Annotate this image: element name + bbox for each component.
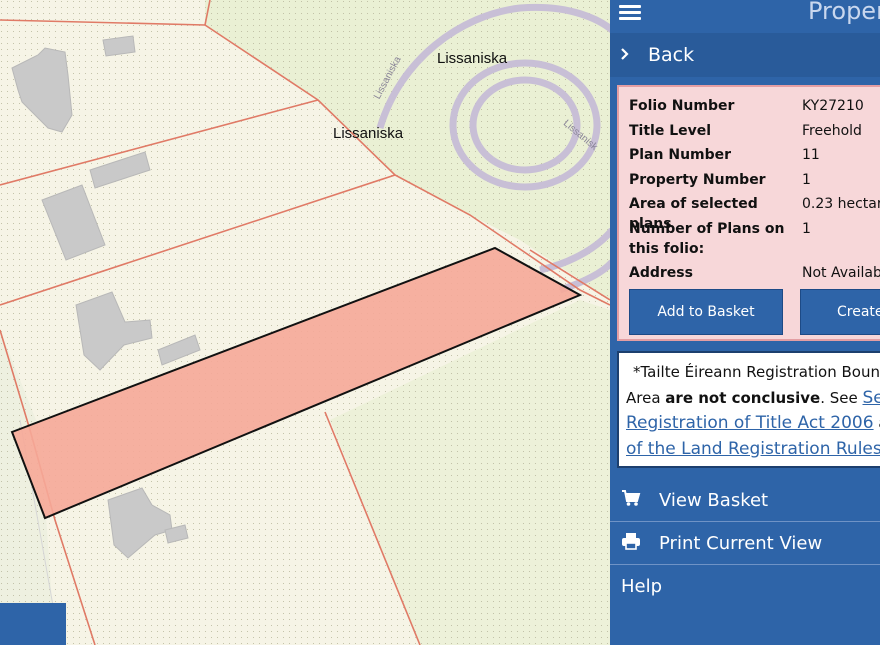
- folio-number-value: KY27210: [802, 98, 864, 114]
- map-label: Lissaniska: [437, 50, 508, 67]
- plan-number-value: 11: [802, 147, 820, 163]
- folio-number-label: Folio Number: [629, 98, 735, 114]
- help-menu-item[interactable]: Help: [610, 565, 880, 607]
- chevron-right-icon: [620, 46, 632, 65]
- view-basket-label: View Basket: [659, 489, 769, 511]
- note-bold-text: are not conclusive: [665, 388, 821, 407]
- property-panel: Proper Back Folio Number KY27210 Title L…: [610, 0, 880, 645]
- add-to-basket-button[interactable]: Add to Basket: [629, 289, 783, 335]
- area-value: 0.23 hectare: [802, 196, 880, 212]
- property-number-label: Property Number: [629, 172, 766, 188]
- title-level-label: Title Level: [629, 123, 712, 139]
- shopping-cart-icon: [621, 489, 641, 512]
- note-line: Registration of Title Act 2006 ar: [626, 411, 880, 437]
- address-value: Not Availab: [802, 265, 880, 281]
- note-line: Area are not conclusive. See Secti: [626, 386, 880, 412]
- land-registration-rules-link[interactable]: of the Land Registration Rules: [626, 439, 880, 459]
- print-current-view-menu-item[interactable]: Print Current View: [610, 522, 880, 564]
- map-label: Lissaniska: [333, 125, 404, 142]
- back-label: Back: [648, 44, 695, 66]
- note-text: . See: [820, 388, 863, 407]
- map-control-button[interactable]: [0, 603, 66, 645]
- view-basket-menu-item[interactable]: View Basket: [610, 479, 880, 521]
- note-text: Area: [626, 388, 666, 407]
- panel-header: Proper: [610, 0, 880, 32]
- note-text: ar: [874, 414, 880, 432]
- registration-note: *Tailte Éireann Registration Bounda Area…: [617, 351, 880, 468]
- address-label: Address: [629, 265, 693, 281]
- num-plans-value: 1: [802, 221, 811, 237]
- help-label: Help: [621, 575, 663, 597]
- property-info-box: Folio Number KY27210 Title Level Freehol…: [617, 85, 880, 341]
- num-plans-label: Number of Plans on this folio:: [629, 221, 785, 257]
- note-line: of the Land Registration Rules: [626, 437, 880, 463]
- back-button[interactable]: Back: [610, 33, 880, 77]
- panel-title: Proper: [808, 0, 880, 25]
- map-canvas[interactable]: Lissaniska Lissaniska Lissaniska Lissani…: [0, 0, 610, 645]
- hamburger-menu-icon[interactable]: [619, 2, 641, 22]
- registration-act-link[interactable]: Registration of Title Act 2006: [626, 413, 874, 433]
- create-button[interactable]: Create: [800, 289, 880, 335]
- building: [102, 35, 136, 57]
- printer-icon: [621, 532, 641, 555]
- map-drawing: [0, 0, 610, 645]
- title-level-value: Freehold: [802, 123, 862, 139]
- property-number-value: 1: [802, 172, 811, 188]
- print-current-view-label: Print Current View: [659, 532, 823, 554]
- section-link[interactable]: Secti: [863, 388, 880, 408]
- note-line: *Tailte Éireann Registration Bounda: [633, 363, 880, 381]
- plan-number-label: Plan Number: [629, 147, 732, 163]
